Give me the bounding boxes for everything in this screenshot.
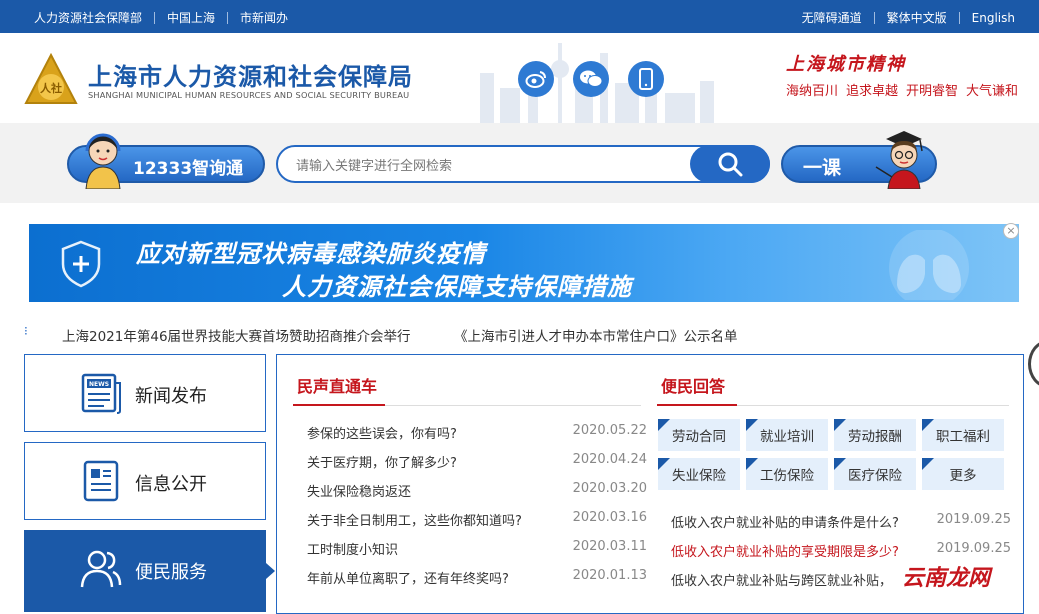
bureau-logo-icon[interactable]: 人社 xyxy=(24,53,78,107)
category-employment-training[interactable]: 就业培训 xyxy=(746,419,828,451)
list-item[interactable]: 参保的这些误会，你有吗? 2020.05.22 xyxy=(307,423,647,445)
search-input[interactable] xyxy=(296,154,686,176)
section-title-bianmin[interactable]: 便民回答 xyxy=(661,373,725,397)
sidebar-item-info-disclosure[interactable]: 信息公开 xyxy=(24,442,266,520)
link-news-office[interactable]: 市新闻办 xyxy=(240,9,288,26)
category-medical-insurance[interactable]: 医疗保险 xyxy=(834,458,916,490)
section-underline xyxy=(293,404,385,406)
site-title: 上海市人力资源和社会保障局 xyxy=(88,63,413,91)
city-spirit-title: 上海城市精神 xyxy=(786,54,906,75)
watermark: 云南龙网 xyxy=(902,566,991,591)
sidebar-item-services[interactable]: 便民服务 xyxy=(24,530,275,612)
ticker-item[interactable]: 上海2021年第46届世界技能大赛首场赞助招商推介会举行 xyxy=(62,325,411,345)
floating-widget[interactable] xyxy=(1028,340,1039,388)
divider xyxy=(873,11,875,24)
covid-banner[interactable]: 应对新型冠状病毒感染肺炎疫情 人力资源社会保障支持保障措施 xyxy=(29,224,1019,302)
yike-label: 一课 xyxy=(803,157,842,179)
shield-icon xyxy=(61,240,101,288)
qa-item-text: 低收入农户就业补贴的申请条件是什么? xyxy=(671,516,899,531)
sidebar-item-label: 便民服务 xyxy=(135,562,207,583)
spirit-item: 海纳百川 xyxy=(786,84,839,99)
lungs-icon xyxy=(889,230,969,300)
banner-line-2: 人力资源社会保障支持保障措施 xyxy=(282,273,632,301)
top-bar: 人力资源社会保障部 中国上海 市新闻办 无障碍通道 繁体中文版 English xyxy=(0,0,1039,33)
mobile-icon[interactable] xyxy=(628,61,664,97)
list-item-text: 失业保险稳岗返还 xyxy=(307,485,412,500)
ticker-item[interactable]: 《上海市引进人才申办本市常住户口》公示名单 xyxy=(454,325,738,345)
site-title-english: SHANGHAI MUNICIPAL HUMAN RESOURCES AND S… xyxy=(88,90,410,100)
list-item[interactable]: 工时制度小知识 2020.03.11 xyxy=(307,539,647,561)
banner-close-button[interactable]: × xyxy=(1003,223,1019,239)
list-item-date: 2020.03.20 xyxy=(572,481,647,496)
search-button[interactable] xyxy=(690,145,770,183)
category-welfare[interactable]: 职工福利 xyxy=(922,419,1004,451)
list-item[interactable]: 关于医疗期，你了解多少? 2020.04.24 xyxy=(307,452,647,474)
assistant-label: 12333智询通 xyxy=(133,159,244,179)
list-item-text: 工时制度小知识 xyxy=(307,543,399,558)
spirit-item: 追求卓越 xyxy=(846,84,899,99)
link-traditional-chinese[interactable]: 繁体中文版 xyxy=(887,9,947,26)
link-accessibility[interactable]: 无障碍通道 xyxy=(802,9,862,26)
search-icon xyxy=(718,152,743,177)
search-band: 12333智询通 一课 xyxy=(0,123,1039,203)
wechat-icon[interactable] xyxy=(573,61,609,97)
search-box xyxy=(276,145,770,183)
list-item-text: 关于医疗期，你了解多少? xyxy=(307,456,457,471)
list-item-date: 2020.01.13 xyxy=(572,568,647,583)
sidebar-item-label: 信息公开 xyxy=(135,474,207,495)
news-ticker: ⁝ 上海2021年第46届世界技能大赛首场赞助招商推介会举行 《上海市引进人才申… xyxy=(24,324,1024,345)
list-item-date: 2020.03.11 xyxy=(572,539,647,554)
spirit-item: 大气谦和 xyxy=(966,84,1019,99)
ticker-arrow-icon: ⁝ xyxy=(24,324,28,338)
list-item-date: 2020.03.16 xyxy=(572,510,647,525)
list-item[interactable]: 失业保险稳岗返还 2020.03.20 xyxy=(307,481,647,503)
category-labor-pay[interactable]: 劳动报酬 xyxy=(834,419,916,451)
svg-text:NEWS: NEWS xyxy=(89,381,109,388)
qa-item-text: 低收入农户就业补贴与跨区就业补贴， xyxy=(671,574,893,589)
list-item-date: 2020.04.24 xyxy=(572,452,647,467)
divider xyxy=(385,405,641,406)
sidebar-item-label: 新闻发布 xyxy=(135,386,207,407)
link-china-shanghai[interactable]: 中国上海 xyxy=(167,9,215,26)
divider xyxy=(227,11,229,24)
list-item[interactable]: 年前从单位离职了，还有年终奖吗? 2020.01.13 xyxy=(307,568,647,590)
city-spirit-items: 海纳百川 追求卓越 开明睿智 大气谦和 xyxy=(786,80,1018,99)
divider xyxy=(154,11,156,24)
section-title-minsheng[interactable]: 民声直通车 xyxy=(297,373,377,397)
category-unemployment-insurance[interactable]: 失业保险 xyxy=(658,458,740,490)
spirit-item: 开明睿智 xyxy=(906,84,959,99)
svg-text:人社: 人社 xyxy=(40,81,62,95)
list-item-text: 年前从单位离职了，还有年终奖吗? xyxy=(307,572,509,587)
list-item-text: 参保的这些误会，你有吗? xyxy=(307,427,457,442)
category-injury-insurance[interactable]: 工伤保险 xyxy=(746,458,828,490)
list-item-text: 关于非全日制用工，这些你都知道吗? xyxy=(307,514,522,529)
category-labor-contract[interactable]: 劳动合同 xyxy=(658,419,740,451)
link-mohrss[interactable]: 人力资源社会保障部 xyxy=(34,9,142,26)
news-icon: NEWS xyxy=(81,373,121,414)
divider xyxy=(958,11,960,24)
weibo-icon[interactable] xyxy=(518,61,554,97)
qa-item[interactable]: 低收入农户就业补贴的申请条件是什么? 2019.09.25 xyxy=(671,512,1011,534)
link-english[interactable]: English xyxy=(972,11,1015,25)
customer-service-avatar-icon xyxy=(85,133,121,189)
banner-line-1: 应对新型冠状病毒感染肺炎疫情 xyxy=(136,240,486,268)
sidebar-item-news[interactable]: NEWS 新闻发布 xyxy=(24,354,266,432)
divider xyxy=(737,405,1009,406)
teacher-avatar-icon xyxy=(875,131,923,189)
site-header: 人社 上海市人力资源和社会保障局 SHANGHAI MUNICIPAL HUMA… xyxy=(0,33,1039,123)
list-item[interactable]: 关于非全日制用工，这些你都知道吗? 2020.03.16 xyxy=(307,510,647,532)
section-underline xyxy=(657,404,737,406)
qa-item-date: 2019.09.25 xyxy=(936,512,1011,527)
qa-item-date: 2019.09.25 xyxy=(936,541,1011,556)
qa-item-text: 低收入农户就业补贴的享受期限是多少? xyxy=(671,545,899,560)
people-icon xyxy=(80,550,122,588)
category-more[interactable]: 更多 xyxy=(922,458,1004,490)
document-icon xyxy=(83,460,119,502)
list-item-date: 2020.05.22 xyxy=(572,423,647,438)
